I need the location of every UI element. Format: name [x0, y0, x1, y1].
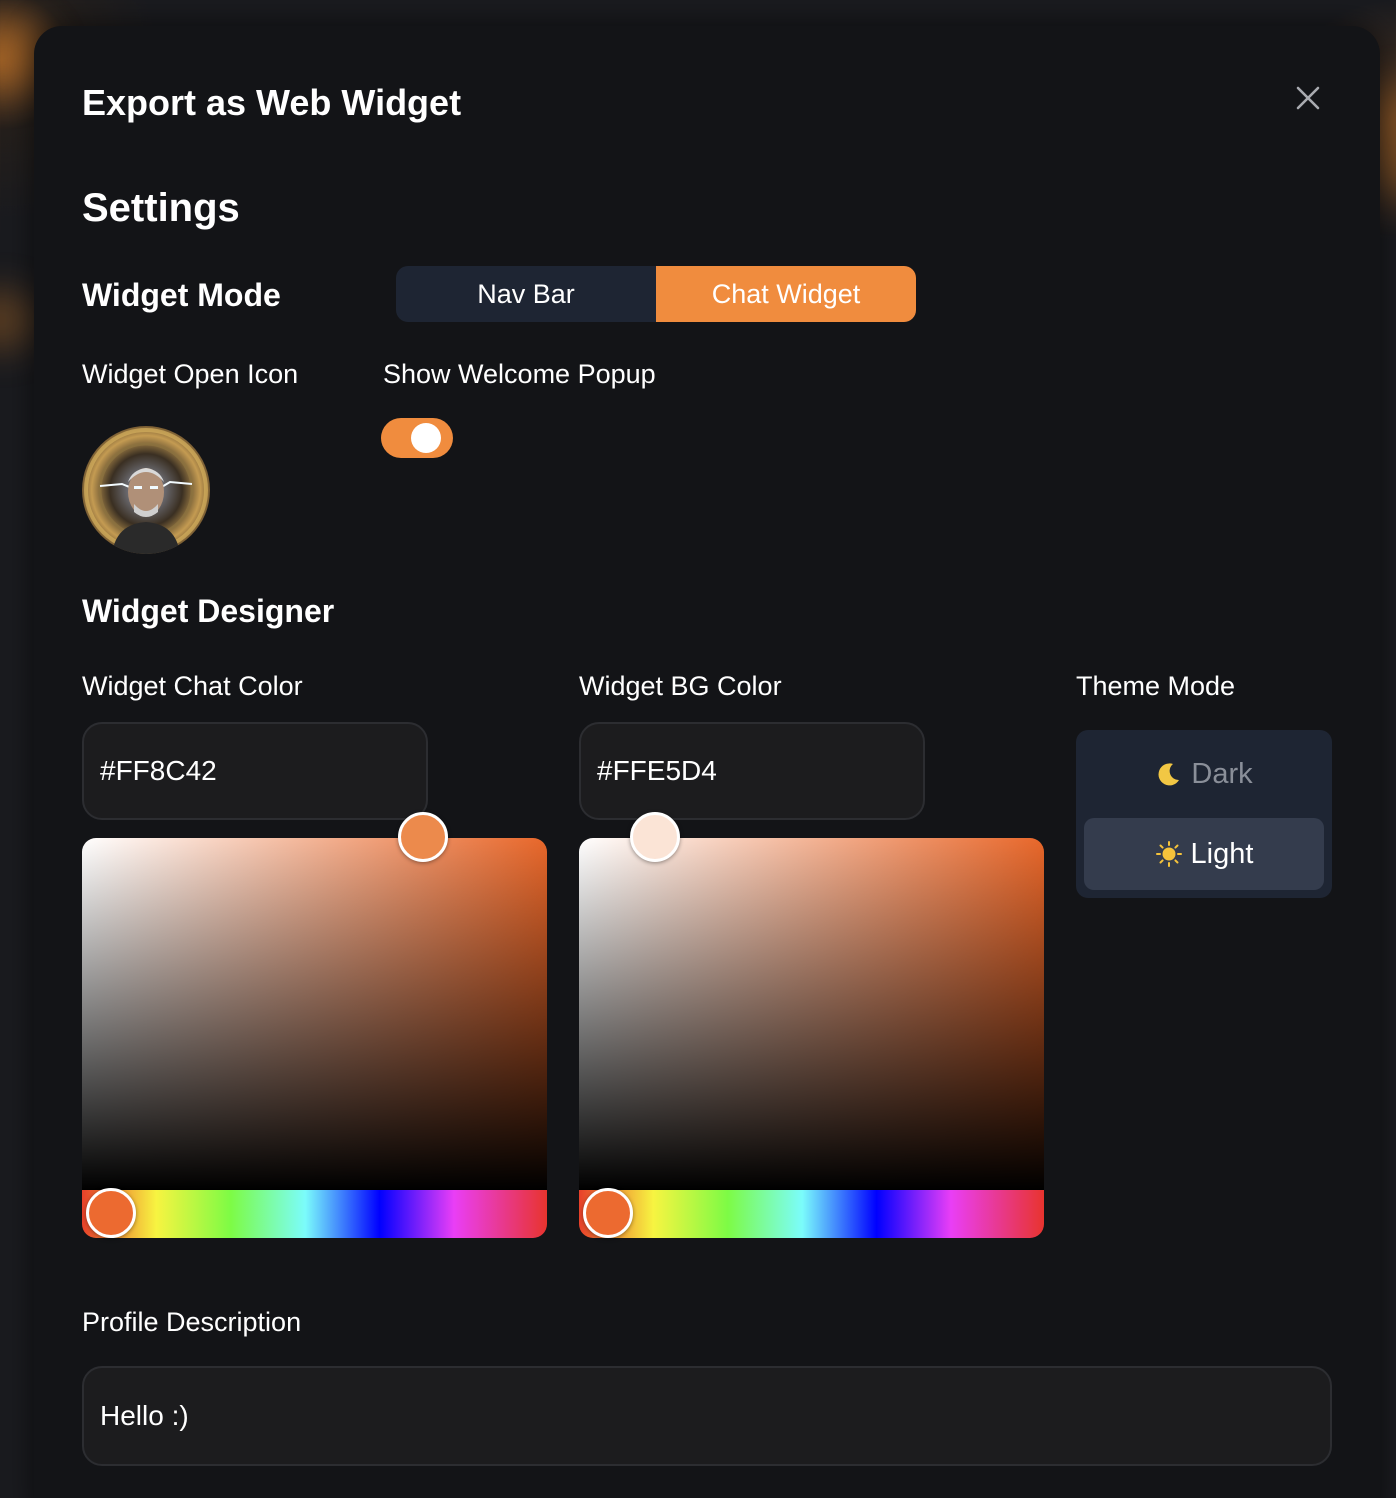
- mode-option-chat-widget[interactable]: Chat Widget: [656, 266, 916, 322]
- profile-description-input[interactable]: [82, 1366, 1332, 1466]
- theme-mode-label: Theme Mode: [1076, 671, 1236, 701]
- bg-saturation-handle[interactable]: [630, 812, 680, 862]
- theme-mode-switch: Dark Light: [1076, 730, 1332, 898]
- bg-color-label: Widget BG Color: [579, 671, 782, 701]
- close-icon: [1296, 86, 1320, 110]
- bg-hue-slider[interactable]: [579, 1190, 1044, 1238]
- profile-description-label: Profile Description: [82, 1307, 302, 1337]
- chat-hue-slider[interactable]: [82, 1190, 547, 1238]
- chat-hue-handle[interactable]: [86, 1188, 136, 1238]
- sun-icon: [1155, 841, 1182, 867]
- open-icon-label: Widget Open Icon: [82, 359, 299, 389]
- avatar-image: [84, 428, 208, 554]
- chat-saturation-handle[interactable]: [398, 812, 448, 862]
- bg-color-hex-input[interactable]: [579, 722, 925, 820]
- bg-saturation-area[interactable]: [579, 838, 1044, 1190]
- widget-mode-label: Widget Mode: [82, 277, 281, 313]
- close-button[interactable]: [1290, 80, 1326, 116]
- welcome-popup-toggle[interactable]: [381, 418, 453, 458]
- modal-title: Export as Web Widget: [82, 82, 462, 123]
- export-widget-modal: Export as Web Widget Settings Widget Mod…: [34, 26, 1380, 1498]
- widget-designer-heading: Widget Designer: [82, 593, 335, 629]
- widget-open-icon-avatar[interactable]: [82, 426, 210, 554]
- bg-hue-handle[interactable]: [583, 1188, 633, 1238]
- theme-dark-label: Dark: [1191, 757, 1253, 790]
- theme-light-label: Light: [1190, 837, 1254, 870]
- settings-heading: Settings: [82, 186, 240, 230]
- chat-color-label: Widget Chat Color: [82, 671, 303, 701]
- bg-color-picker: [579, 838, 1044, 1238]
- theme-option-light[interactable]: Light: [1084, 818, 1324, 890]
- widget-mode-switch: Nav Bar Chat Widget: [396, 266, 916, 322]
- moon-icon: [1158, 763, 1180, 786]
- chat-color-picker: [82, 838, 547, 1238]
- theme-option-dark[interactable]: Dark: [1084, 738, 1324, 810]
- chat-color-hex-input[interactable]: [82, 722, 428, 820]
- mode-option-nav-bar[interactable]: Nav Bar: [396, 266, 656, 322]
- chat-saturation-area[interactable]: [82, 838, 547, 1190]
- welcome-popup-label: Show Welcome Popup: [383, 359, 656, 389]
- toggle-knob: [411, 423, 441, 453]
